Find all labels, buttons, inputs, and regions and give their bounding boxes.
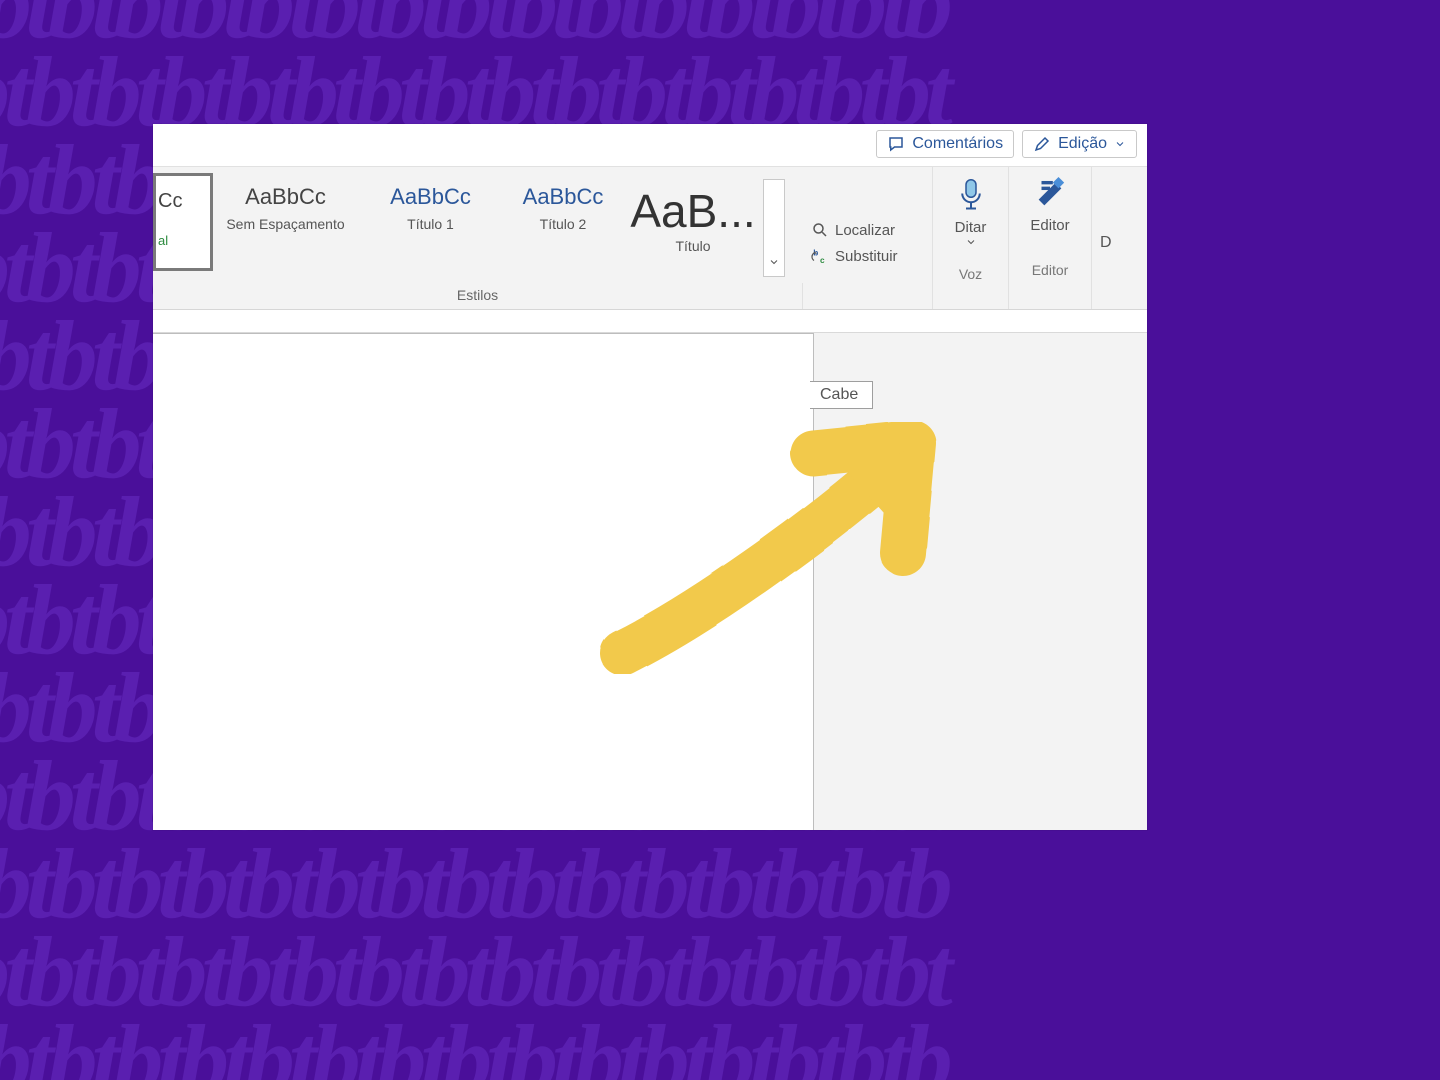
editor-group-label: Editor — [1032, 262, 1069, 278]
app-window: Comentários Edição Cc al AaBbCc — [153, 124, 1147, 830]
pencil-icon — [1033, 135, 1051, 153]
comments-label: Comentários — [912, 135, 1003, 153]
styles-gallery-expand[interactable] — [763, 179, 785, 277]
comment-icon — [887, 135, 905, 153]
find-button[interactable]: Localizar — [811, 221, 895, 239]
dictate-label: Ditar — [955, 219, 987, 236]
chevron-down-icon — [1114, 138, 1126, 150]
style-sample: Cc — [158, 190, 182, 213]
style-sample: AaBbCc — [523, 184, 604, 210]
truncated-letter: D — [1100, 234, 1112, 252]
replace-icon: b c — [811, 247, 829, 265]
style-tile-heading1[interactable]: AaBbCc Título 1 — [358, 173, 503, 271]
comments-button[interactable]: Comentários — [876, 130, 1014, 158]
styles-gallery[interactable]: Cc al AaBbCc Sem Espaçamento AaBbCc Títu… — [153, 167, 803, 283]
editor-label: Editor — [1030, 217, 1069, 234]
ruler[interactable] — [153, 310, 1147, 333]
dictate-button[interactable]: Ditar Voz — [933, 167, 1008, 309]
truncated-group: D — [1091, 167, 1147, 309]
style-sample: AaB... — [630, 184, 755, 238]
style-name: Título 2 — [540, 216, 587, 232]
style-name: al — [158, 233, 168, 248]
search-icon — [811, 221, 829, 239]
style-sample: AaBbCc — [390, 184, 471, 210]
editor-icon — [1033, 177, 1067, 211]
style-tile-title[interactable]: AaB... Título — [623, 173, 763, 271]
document-area: Cabe — [153, 333, 1147, 830]
style-tile-no-spacing[interactable]: AaBbCc Sem Espaçamento — [213, 173, 358, 271]
svg-text:c: c — [820, 256, 825, 265]
editing-group: Localizar b c Substituir — [803, 167, 933, 309]
editor-button[interactable]: Editor Editor — [1008, 167, 1091, 309]
style-name: Sem Espaçamento — [226, 216, 344, 232]
chevron-down-icon — [768, 256, 780, 268]
style-name: Título 1 — [407, 216, 454, 232]
microphone-icon — [956, 177, 986, 215]
style-tile-heading2[interactable]: AaBbCc Título 2 — [503, 173, 623, 271]
title-bar: Comentários Edição — [153, 124, 1147, 167]
replace-label: Substituir — [835, 248, 898, 265]
editing-mode-button[interactable]: Edição — [1022, 130, 1137, 158]
style-sample: AaBbCc — [245, 184, 326, 210]
style-tile-normal[interactable]: Cc al — [153, 173, 213, 271]
styles-group: Cc al AaBbCc Sem Espaçamento AaBbCc Títu… — [153, 167, 803, 309]
find-label: Localizar — [835, 222, 895, 239]
editing-mode-label: Edição — [1058, 135, 1107, 153]
header-section-badge[interactable]: Cabe — [810, 381, 873, 409]
style-name: Título — [675, 238, 710, 254]
replace-button[interactable]: b c Substituir — [811, 247, 898, 265]
chevron-down-icon — [965, 236, 977, 248]
ribbon: Cc al AaBbCc Sem Espaçamento AaBbCc Títu… — [153, 167, 1147, 310]
page[interactable] — [153, 333, 814, 830]
voice-group-label: Voz — [959, 266, 982, 282]
styles-group-label: Estilos — [153, 283, 803, 309]
